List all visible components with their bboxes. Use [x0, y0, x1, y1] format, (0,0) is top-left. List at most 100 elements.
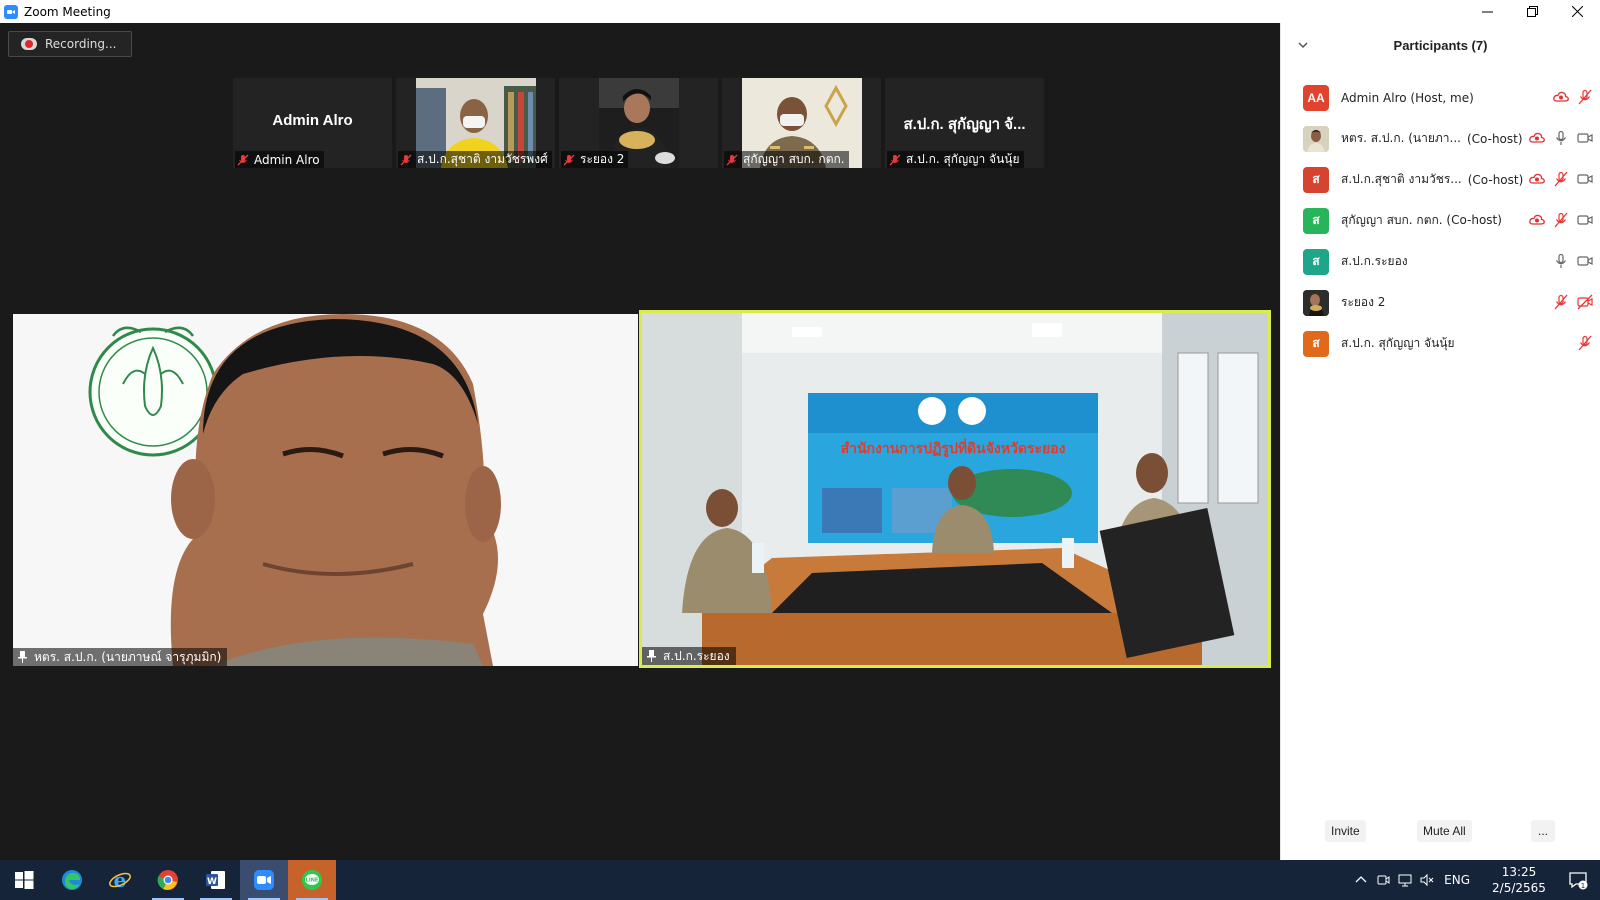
mic-muted-icon [1554, 212, 1568, 228]
participant-name: ระยอง 2 [1341, 295, 1386, 309]
restore-icon [1527, 6, 1538, 17]
thumbnail-tile[interactable]: ระยอง 2 [559, 78, 718, 168]
participant-video [13, 314, 638, 666]
window-controls [1465, 0, 1600, 23]
participant-row[interactable]: AA Admin Alro (Host, me) [1281, 77, 1600, 118]
main-video-right[interactable]: สำนักงานการปฏิรูปที่ดินจังหวัดระยอง ส.ป.… [639, 310, 1271, 668]
participant-row[interactable]: ส สุกัญญา สบก. กตก. (Co-host) [1281, 200, 1600, 241]
volume-button[interactable] [1416, 860, 1438, 900]
thumbnail-strip: Admin Alro Admin Alro ส.ป.ก.สุชาติ งามวั… [233, 78, 1044, 168]
thumbnail-label: สุกัญญา สบก. กตก. [724, 151, 849, 168]
video-name-label: ส.ป.ก.ระยอง [642, 647, 736, 665]
participant-list: AA Admin Alro (Host, me) หตร. ส.ป.ก. (นา… [1281, 77, 1600, 364]
mic-muted-icon [237, 154, 249, 165]
video-camera-icon [1577, 174, 1593, 184]
mic-muted-icon [1554, 171, 1568, 187]
participant-row[interactable]: ส ส.ป.ก. สุกัญญา จันนุ้ย [1281, 323, 1600, 364]
zoom-window: Zoom Meeting Recording... Admin Alro Adm… [0, 0, 1600, 900]
mic-muted-icon [726, 154, 738, 165]
thumbnail-display-name: Admin Alro [272, 112, 353, 129]
network-button[interactable] [1394, 860, 1416, 900]
taskbar-app-zoom[interactable] [240, 860, 288, 900]
mute-all-button[interactable]: Mute All [1417, 820, 1472, 842]
participant-role: (Co-host) [1467, 172, 1524, 187]
avatar [1303, 289, 1329, 316]
thumbnail-label: Admin Alro [235, 151, 324, 168]
main-video-left[interactable]: หตร. ส.ป.ก. (นายภาษณ์ จารุภุมมิก) [13, 314, 638, 666]
minimize-button[interactable] [1465, 0, 1510, 23]
banner-text: สำนักงานการปฏิรูปที่ดินจังหวัดระยอง [841, 438, 1066, 457]
participant-row[interactable]: ส ส.ป.ก.สุชาติ งามวัชร... (Co-host) [1281, 159, 1600, 200]
video-camera-icon [1577, 215, 1593, 225]
zoom-app-icon [4, 4, 18, 19]
video-name-label: หตร. ส.ป.ก. (นายภาษณ์ จารุภุมมิก) [13, 648, 228, 666]
participants-panel: Participants (7) AA Admin Alro (Host, me… [1280, 23, 1600, 860]
participant-row[interactable]: ส ส.ป.ก.ระยอง [1281, 241, 1600, 282]
more-options-button[interactable]: ... [1531, 820, 1555, 842]
thumbnail-label: ส.ป.ก. สุกัญญา จันนุ้ย [887, 151, 1024, 168]
notification-icon: 1 [1569, 872, 1588, 890]
meeting-view: Recording... Admin Alro Admin Alro ส.ป.ก… [0, 23, 1280, 860]
thumbnail-tile[interactable]: ส.ป.ก.สุชาติ งามวัชรพงศ์ [396, 78, 555, 168]
chevron-up-icon [1355, 876, 1367, 883]
word-icon: W [206, 871, 225, 889]
participant-status-icons [1529, 171, 1593, 187]
participant-name: ส.ป.ก.ระยอง [1341, 254, 1408, 268]
notification-count: 1 [1581, 882, 1585, 890]
mic-muted-icon [1578, 89, 1592, 105]
taskbar-app-edge[interactable] [48, 860, 96, 900]
thumbnail-tile[interactable]: ส.ป.ก. สุกัญญา จั... ส.ป.ก. สุกัญญา จันน… [885, 78, 1044, 168]
participant-row[interactable]: ระยอง 2 [1281, 282, 1600, 323]
chevron-down-icon[interactable] [1297, 39, 1309, 51]
close-icon [1572, 6, 1583, 17]
svg-text:LINE: LINE [306, 878, 319, 884]
taskbar-app-line[interactable]: LINE [288, 860, 336, 900]
participant-role: (Co-host) [1467, 131, 1523, 146]
thumbnail-tile[interactable]: สุกัญญา สบก. กตก. [722, 78, 881, 168]
thumbnail-label: ส.ป.ก.สุชาติ งามวัชรพงศ์ [398, 151, 552, 168]
alro-logo [88, 326, 218, 457]
invite-button[interactable]: Invite [1325, 820, 1366, 842]
thumbnail-tile[interactable]: Admin Alro Admin Alro [233, 78, 392, 168]
avatar-photo [1303, 289, 1329, 316]
restore-button[interactable] [1510, 0, 1555, 23]
close-button[interactable] [1555, 0, 1600, 23]
taskbar-app-word[interactable]: W [192, 860, 240, 900]
start-button[interactable] [0, 860, 48, 900]
video-camera-icon [1577, 133, 1593, 143]
windows-logo-icon [15, 871, 34, 889]
panel-title: Participants (7) [1393, 38, 1488, 53]
mic-muted-icon [563, 154, 575, 165]
participant-video: สำนักงานการปฏิรูปที่ดินจังหวัดระยอง [642, 313, 1268, 665]
taskbar-app-chrome[interactable] [144, 860, 192, 900]
recording-indicator[interactable]: Recording... [8, 31, 132, 57]
clock[interactable]: 13:25 2/5/2565 [1482, 864, 1556, 896]
clock-date: 2/5/2565 [1492, 881, 1546, 895]
internet-explorer-icon: e [109, 868, 131, 892]
window-title: Zoom Meeting [24, 4, 111, 19]
title-bar: Zoom Meeting [0, 0, 1600, 23]
svg-text:W: W [207, 877, 217, 887]
meet-now-button[interactable] [1372, 860, 1394, 900]
participant-status-icons [1553, 253, 1593, 269]
taskbar-app-internet-explorer[interactable]: e [96, 860, 144, 900]
mic-muted-icon [1578, 335, 1592, 351]
chrome-icon [157, 870, 178, 890]
participant-status-icons [1529, 130, 1593, 146]
participant-name: ส.ป.ก.สุชาติ งามวัชร... [1341, 172, 1462, 186]
participant-row[interactable]: หตร. ส.ป.ก. (นายภา... (Co-host) [1281, 118, 1600, 159]
cloud-recording-icon [21, 37, 37, 51]
recording-label: Recording... [45, 37, 117, 51]
participant-status-icons [1529, 212, 1593, 228]
system-tray: ENG 13:25 2/5/2565 1 [1350, 860, 1600, 900]
input-language[interactable]: ENG [1438, 873, 1482, 887]
mic-icon [1556, 253, 1566, 268]
mic-muted-icon [889, 154, 901, 165]
show-hidden-icons-button[interactable] [1350, 860, 1372, 900]
avatar: ส [1303, 166, 1329, 193]
participant-status-icons [1577, 335, 1593, 351]
panel-header: Participants (7) [1281, 23, 1600, 68]
avatar [1303, 125, 1329, 152]
meet-now-icon [1377, 875, 1390, 885]
notification-center-button[interactable]: 1 [1556, 870, 1600, 890]
